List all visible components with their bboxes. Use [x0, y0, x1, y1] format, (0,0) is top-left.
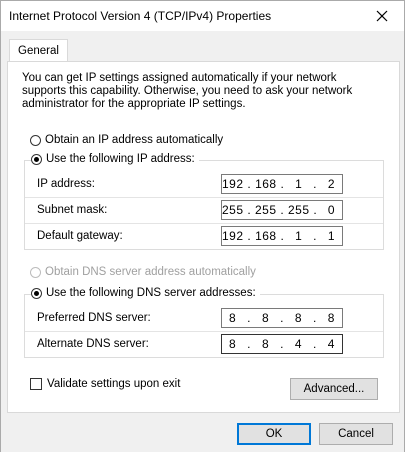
intro-text: You can get IP settings assigned automat…: [22, 72, 353, 110]
ip-octet: 1: [327, 229, 336, 243]
ip-address-label: IP address:: [37, 178, 95, 190]
subnet-mask-label: Subnet mask:: [37, 204, 108, 216]
subnet-mask-field[interactable]: 255. 255. 255. 0: [221, 200, 343, 220]
ip-octet: 0: [327, 203, 336, 217]
radio-ip-auto[interactable]: Obtain an IP address automatically: [30, 134, 223, 146]
octet-dot: .: [247, 177, 252, 191]
octet-dot: .: [312, 311, 317, 325]
octet-dot: .: [247, 229, 252, 243]
octet-dot: .: [280, 311, 284, 325]
ip-octet: 8: [327, 311, 335, 325]
dialog-window: Internet Protocol Version 4 (TCP/IPv4) P…: [0, 0, 405, 454]
ip-octet: 2: [327, 177, 336, 191]
radio-dns-auto-indicator[interactable]: [30, 266, 41, 278]
ip-octet: 192: [222, 177, 244, 191]
validate-checkbox[interactable]: [30, 378, 42, 390]
validate-checkbox-row[interactable]: Validate settings upon exit: [30, 378, 180, 390]
octet-dot: .: [313, 177, 317, 191]
validate-label: Validate settings upon exit: [47, 378, 181, 390]
preferred-dns-field[interactable]: 8. 8. 8. 8: [221, 308, 343, 328]
general-panel: You can get IP settings assigned automat…: [7, 61, 400, 413]
tab-general[interactable]: General: [9, 39, 68, 62]
ip-address-row: IP address: 192. 168. 1. 2: [25, 171, 383, 198]
advanced-button[interactable]: Advanced...: [290, 378, 378, 400]
preferred-dns-label: Preferred DNS server:: [37, 312, 151, 324]
ip-octet: 168: [255, 177, 277, 191]
dns-server-group: Use the following DNS server addresses: …: [24, 287, 384, 358]
ip-octet: 8: [261, 311, 270, 325]
octet-dot: .: [312, 337, 317, 351]
ip-octet: 255: [255, 203, 277, 217]
radio-ip-manual-indicator[interactable]: [31, 153, 42, 165]
preferred-dns-row: Preferred DNS server: 8. 8. 8. 8: [25, 305, 383, 332]
alternate-dns-field[interactable]: 8. 8. 4. 4: [221, 334, 343, 354]
radio-ip-auto-label: Obtain an IP address automatically: [45, 134, 224, 146]
bottom-margin: [0, 452, 405, 460]
ip-octet: 255: [288, 203, 310, 217]
window-title: Internet Protocol Version 4 (TCP/IPv4) P…: [9, 9, 272, 23]
ip-octet: 168: [255, 229, 277, 243]
title-bar: Internet Protocol Version 4 (TCP/IPv4) P…: [1, 1, 404, 31]
default-gateway-label: Default gateway:: [37, 230, 123, 242]
cancel-button[interactable]: Cancel: [319, 423, 393, 445]
ip-octet: 8: [294, 311, 303, 325]
ip-address-field[interactable]: 192. 168. 1. 2: [221, 174, 343, 194]
ip-octet: 8: [229, 337, 237, 351]
close-icon: [376, 10, 388, 22]
alternate-dns-row: Alternate DNS server: 8. 8. 4. 4: [25, 331, 383, 357]
radio-dns-auto-label: Obtain DNS server address automatically: [45, 266, 256, 278]
close-button[interactable]: [362, 1, 402, 31]
default-gateway-row: Default gateway: 192. 168. 1. 1: [25, 223, 383, 249]
radio-ip-manual-label: Use the following IP address:: [46, 153, 195, 165]
alternate-dns-label: Alternate DNS server:: [37, 338, 149, 350]
octet-dot: .: [313, 203, 318, 217]
octet-dot: .: [247, 337, 252, 351]
ip-octet: 8: [261, 337, 270, 351]
radio-dns-auto[interactable]: Obtain DNS server address automatically: [30, 266, 256, 278]
ip-octet: 1: [295, 229, 303, 243]
ip-octet: 192: [222, 229, 244, 243]
octet-dot: .: [313, 229, 317, 243]
ip-address-group: Use the following IP address: IP address…: [24, 153, 384, 250]
octet-dot: .: [247, 311, 252, 325]
subnet-mask-row: Subnet mask: 255. 255. 255. 0: [25, 197, 383, 224]
octet-dot: .: [280, 337, 284, 351]
tab-strip: General: [7, 39, 398, 63]
octet-dot: .: [247, 203, 252, 217]
radio-dns-manual-label: Use the following DNS server addresses:: [46, 287, 256, 299]
ok-button[interactable]: OK: [237, 423, 311, 445]
ip-octet: 255: [222, 203, 244, 217]
octet-dot: .: [280, 203, 285, 217]
radio-ip-auto-indicator[interactable]: [30, 134, 41, 146]
ip-octet: 8: [229, 311, 237, 325]
radio-dns-manual[interactable]: Use the following DNS server addresses:: [31, 287, 260, 299]
radio-ip-manual[interactable]: Use the following IP address:: [31, 153, 199, 165]
octet-dot: .: [280, 229, 285, 243]
ip-octet: 4: [327, 337, 335, 351]
default-gateway-field[interactable]: 192. 168. 1. 1: [221, 226, 343, 246]
octet-dot: .: [280, 177, 285, 191]
ip-octet: 1: [295, 177, 303, 191]
radio-dns-manual-indicator[interactable]: [31, 287, 42, 299]
ip-octet: 4: [294, 337, 303, 351]
